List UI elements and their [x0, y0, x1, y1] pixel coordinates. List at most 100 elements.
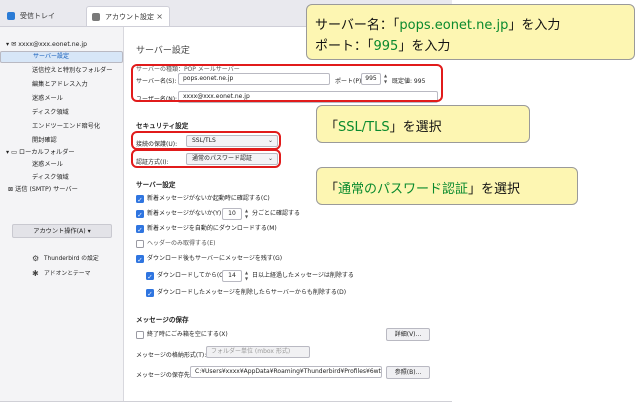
tab-account-settings[interactable]: アカウント設定 ×	[86, 6, 170, 26]
highlight-server-port	[131, 64, 443, 102]
auto-download-label: 新着メッセージを自動的にダウンロードする(M)	[147, 225, 277, 232]
account-sidebar: ▾ ✉ xxxx@xxx.eonet.ne.jp サーバー設定 送信控えと特別な…	[0, 27, 124, 401]
sidebar-item-label: ディスク領域	[32, 174, 69, 181]
sidebar-item-label: 開封確認	[32, 137, 57, 144]
check-interval-input[interactable]: 10	[222, 208, 242, 220]
callout-port-value: 995	[373, 39, 399, 54]
highlight-connection-security	[131, 131, 281, 150]
callout-server-value: pops.eonet.ne.jp	[399, 18, 509, 33]
sidebar-item-local-disk[interactable]: ディスク領域	[0, 172, 123, 183]
delete-after-days-label: ダウンロードしてから(O)	[157, 272, 227, 279]
sidebar-item-label: 編集とアドレス入力	[32, 81, 88, 88]
expand-icon[interactable]: ▾	[6, 41, 9, 48]
sidebar-account[interactable]: ▾ ✉ xxxx@xxx.eonet.ne.jp	[0, 39, 123, 50]
store-type-label: メッセージの格納形式(T):	[136, 352, 207, 359]
sidebar-item-label: 送信控えと特別なフォルダー	[32, 67, 113, 74]
empty-trash-label: 終了時にごみ箱を空にする(X)	[147, 331, 228, 338]
expand-icon[interactable]: ▾	[6, 149, 9, 156]
outgoing-server-icon: ⊠	[8, 186, 14, 193]
callout-auth-text: 「通常のパスワード認証」を選択	[325, 178, 520, 197]
callout-line-port: ポート：「995」を入力	[315, 35, 450, 54]
sidebar-item-junk[interactable]: 迷惑メール	[0, 93, 123, 104]
callout-ssl-tls: 「SSL/TLS」を選択	[282, 105, 530, 143]
auto-download-checkbox[interactable]: ✓	[136, 225, 144, 234]
puzzle-icon: ✱	[32, 269, 39, 278]
addons-themes-link[interactable]: ✱ アドオンとテーマ	[0, 268, 123, 280]
check-on-startup-checkbox[interactable]: ✓	[136, 195, 144, 204]
store-type-select: フォルダー単位 (mbox 形式)	[206, 346, 310, 358]
sidebar-account-label: xxxx@xxx.eonet.ne.jp	[18, 41, 88, 48]
empty-trash-checkbox[interactable]	[136, 331, 144, 339]
delete-after-days-input[interactable]: 14	[222, 270, 242, 282]
delete-after-days-suffix: 日以上経過したメッセージは削除する	[252, 272, 354, 279]
store-path-label: メッセージの保存先:	[136, 372, 192, 379]
addons-themes-label: アドオンとテーマ	[44, 271, 91, 277]
sidebar-item-return-receipts[interactable]: 開封確認	[0, 135, 123, 146]
callout-text: 「	[325, 120, 339, 135]
check-interval-stepper[interactable]: ▲ ▼	[243, 208, 250, 220]
sidebar-item-label: 迷惑メール	[32, 161, 63, 168]
check-interval-label: 新着メッセージがないか(Y)	[147, 210, 222, 217]
sidebar-local-folders[interactable]: ▾ ▭ ローカルフォルダー	[0, 147, 123, 158]
callout-ssl-value: SSL/TLS	[338, 120, 390, 135]
inbox-icon	[7, 12, 15, 20]
store-path-input[interactable]: C:¥Users¥xxxx¥AppData¥Roaming¥Thunderbir…	[190, 366, 382, 378]
settings-icon	[92, 13, 100, 21]
check-interval-suffix: 分ごとに確認する	[252, 210, 301, 217]
callout-text: 」を選択	[468, 182, 521, 197]
sidebar-item-copies-folders[interactable]: 送信控えと特別なフォルダー	[0, 65, 123, 76]
callout-text: 」を入力	[398, 39, 451, 54]
sidebar-item-local-junk[interactable]: 迷惑メール	[0, 159, 123, 170]
tab-account-settings-label: アカウント設定	[105, 13, 154, 21]
callout-server-port: サーバー名：「pops.eonet.ne.jp」を入力 ポート：「995」を入力	[268, 4, 635, 66]
callout-text: サーバー名：「	[315, 18, 400, 33]
callout-line-server: サーバー名：「pops.eonet.ne.jp」を入力	[315, 14, 560, 33]
window-bottom-border	[0, 401, 452, 402]
sidebar-item-label: エンドツーエンド暗号化	[32, 123, 101, 130]
leave-on-server-checkbox[interactable]: ✓	[136, 255, 144, 264]
account-actions-button[interactable]: アカウント操作(A) ▾	[12, 224, 112, 238]
account-actions-label: アカウント操作(A)	[33, 228, 86, 235]
thunderbird-settings-label: Thunderbird の設定	[44, 256, 99, 262]
sidebar-smtp[interactable]: ⊠ 送信 (SMTP) サーバー	[0, 184, 123, 195]
headers-only-label: ヘッダーのみ取得する(E)	[147, 240, 216, 247]
callout-auth: 「通常のパスワード認証」を選択	[282, 161, 578, 205]
headers-only-checkbox[interactable]	[136, 240, 144, 248]
server-settings-heading: サーバー設定	[136, 181, 176, 189]
callout-text: 「	[325, 182, 339, 197]
check-on-startup-label: 新着メッセージがないか起動時に確認する(C)	[147, 195, 270, 202]
callout-text: 」を入力	[508, 18, 561, 33]
callout-auth-value: 通常のパスワード認証	[338, 182, 469, 197]
sidebar-item-composition[interactable]: 編集とアドレス入力	[0, 79, 123, 90]
sidebar-item-label: サーバー設定	[33, 53, 69, 60]
sidebar-item-server-settings[interactable]: サーバー設定	[0, 51, 123, 63]
sidebar-item-disk-space[interactable]: ディスク領域	[0, 107, 123, 118]
storage-heading: メッセージの保存	[136, 316, 189, 324]
chevron-down-icon: ▾	[87, 228, 91, 235]
leave-on-server-label: ダウンロード後もサーバーにメッセージを残す(G)	[147, 255, 283, 262]
sidebar-smtp-label: 送信 (SMTP) サーバー	[15, 186, 78, 193]
security-heading: セキュリティ設定	[136, 122, 189, 130]
sidebar-item-label: ディスク領域	[32, 109, 69, 116]
mail-account-icon: ✉	[11, 41, 17, 48]
check-interval-checkbox[interactable]: ✓	[136, 210, 144, 219]
sidebar-item-label: 迷惑メール	[32, 95, 63, 102]
tab-inbox[interactable]: 受信トレイ	[2, 6, 86, 26]
advanced-button[interactable]: 詳細(V)...	[386, 328, 430, 341]
callout-text: 」を選択	[389, 120, 442, 135]
highlight-auth-method	[131, 149, 281, 168]
sidebar-local-folders-label: ローカルフォルダー	[18, 149, 75, 156]
delete-from-server-label: ダウンロードしたメッセージを削除したらサーバーからも削除する(D)	[157, 289, 347, 296]
folder-icon: ▭	[11, 149, 17, 156]
sidebar-item-e2e-encryption[interactable]: エンドツーエンド暗号化	[0, 121, 123, 132]
tab-inbox-label: 受信トレイ	[20, 12, 55, 20]
delete-from-server-checkbox[interactable]: ✓	[146, 289, 154, 298]
thunderbird-settings-link[interactable]: ⚙ Thunderbird の設定	[0, 253, 123, 265]
close-icon[interactable]: ×	[156, 12, 163, 21]
gear-icon: ⚙	[32, 254, 40, 263]
browse-button[interactable]: 参照(B)...	[386, 366, 430, 379]
delete-after-days-stepper[interactable]: ▲ ▼	[243, 270, 250, 282]
page-title: サーバー設定	[136, 46, 190, 56]
delete-after-days-checkbox[interactable]: ✓	[146, 272, 154, 281]
callout-ssl-text: 「SSL/TLS」を選択	[325, 116, 442, 135]
